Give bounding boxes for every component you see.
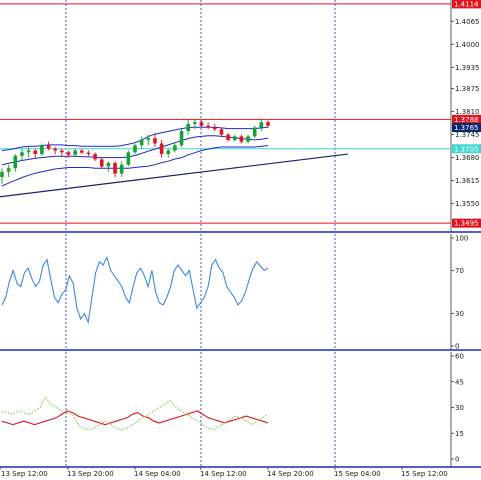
candle-body [113, 162, 117, 174]
candle-body [199, 122, 204, 126]
price-tick-label: 1.3680 [455, 154, 480, 162]
candle-body [266, 122, 270, 126]
price-tick-label: 1.3550 [455, 200, 480, 208]
candle-body [46, 145, 51, 149]
candle-body [26, 150, 31, 153]
candle-body [60, 150, 64, 153]
candle-body [246, 136, 250, 142]
price-tick-label: 1.3875 [455, 85, 480, 93]
candle-body [193, 122, 197, 124]
candle-body [232, 136, 237, 140]
adx-tick-label: 45 [455, 378, 464, 386]
candle-body [80, 150, 84, 153]
adx-tick-label: 0 [455, 456, 459, 464]
candle-body [133, 145, 137, 153]
time-tick-label: 14 Sep 20:00 [267, 470, 314, 478]
adx-tick-label: 60 [455, 353, 464, 361]
chart: 1.40651.40001.39351.38751.38101.37451.36… [0, 0, 481, 480]
price-label: 1.3765 [452, 123, 481, 133]
price-label: 1.3495 [452, 218, 481, 228]
candle-body [86, 152, 91, 155]
time-tick-label: 15 Sep 04:00 [334, 470, 381, 478]
oscillator-tick-label: 30 [455, 310, 464, 318]
candle-body [252, 127, 257, 137]
candle-body [186, 123, 190, 132]
chart-background [0, 0, 481, 480]
candle-body [206, 125, 210, 128]
price-label-text: 1.3495 [454, 220, 479, 228]
candle-body [153, 138, 157, 144]
oscillator-tick-label: 70 [455, 267, 464, 275]
candle-body [106, 162, 111, 167]
candle-body [40, 145, 44, 155]
candle-body [219, 129, 224, 135]
candle-body [159, 143, 164, 155]
candle-body [66, 152, 71, 155]
time-tick-label: 14 Sep 04:00 [134, 470, 181, 478]
price-tick-label: 1.4000 [455, 41, 480, 49]
candle-body [173, 145, 177, 151]
candle-body [99, 159, 104, 167]
candle [40, 143, 44, 156]
candle-body [33, 150, 38, 155]
candle-body [6, 168, 11, 172]
price-tick-label: 1.3745 [455, 131, 480, 139]
price-label-text: 1.3788 [454, 116, 479, 124]
time-tick-label: 13 Sep 12:00 [1, 470, 48, 478]
price-label: 1.3705 [452, 144, 481, 154]
candle-body [0, 171, 4, 178]
candle-body [93, 154, 97, 160]
candle [179, 129, 184, 147]
candle-body [213, 127, 217, 130]
candle-body [166, 150, 171, 155]
price-tick-label: 1.3615 [455, 177, 480, 185]
candle-body [53, 148, 57, 151]
price-label: 1.3788 [452, 114, 481, 124]
price-label-text: 1.3705 [454, 145, 479, 153]
price-tick-label: 1.3935 [455, 64, 480, 72]
candle-body [226, 134, 230, 140]
candle-body [146, 138, 151, 140]
candle-body [73, 150, 77, 155]
price-label-text: 1.4114 [454, 0, 479, 8]
candle-body [126, 152, 131, 165]
candle-body [20, 152, 24, 156]
time-tick-label: 13 Sep 20:00 [67, 470, 114, 478]
candle-body [239, 136, 244, 142]
candle [252, 125, 257, 139]
candle-body [259, 122, 264, 128]
oscillator-tick-label: 100 [455, 235, 468, 243]
candle-body [139, 139, 144, 146]
candle-body [13, 155, 18, 169]
adx-tick-label: 15 [455, 430, 464, 438]
price-label: 1.4114 [452, 0, 481, 9]
candle-body [179, 131, 184, 146]
adx-tick-label: 30 [455, 404, 464, 412]
price-label-text: 1.3765 [454, 124, 479, 132]
candle [126, 150, 131, 167]
time-tick-label: 14 Sep 12:00 [200, 470, 247, 478]
candle-body [119, 164, 124, 174]
oscillator-tick-label: 0 [455, 343, 459, 351]
price-tick-label: 1.4065 [455, 18, 480, 26]
time-tick-label: 15 Sep 12:00 [401, 470, 448, 478]
